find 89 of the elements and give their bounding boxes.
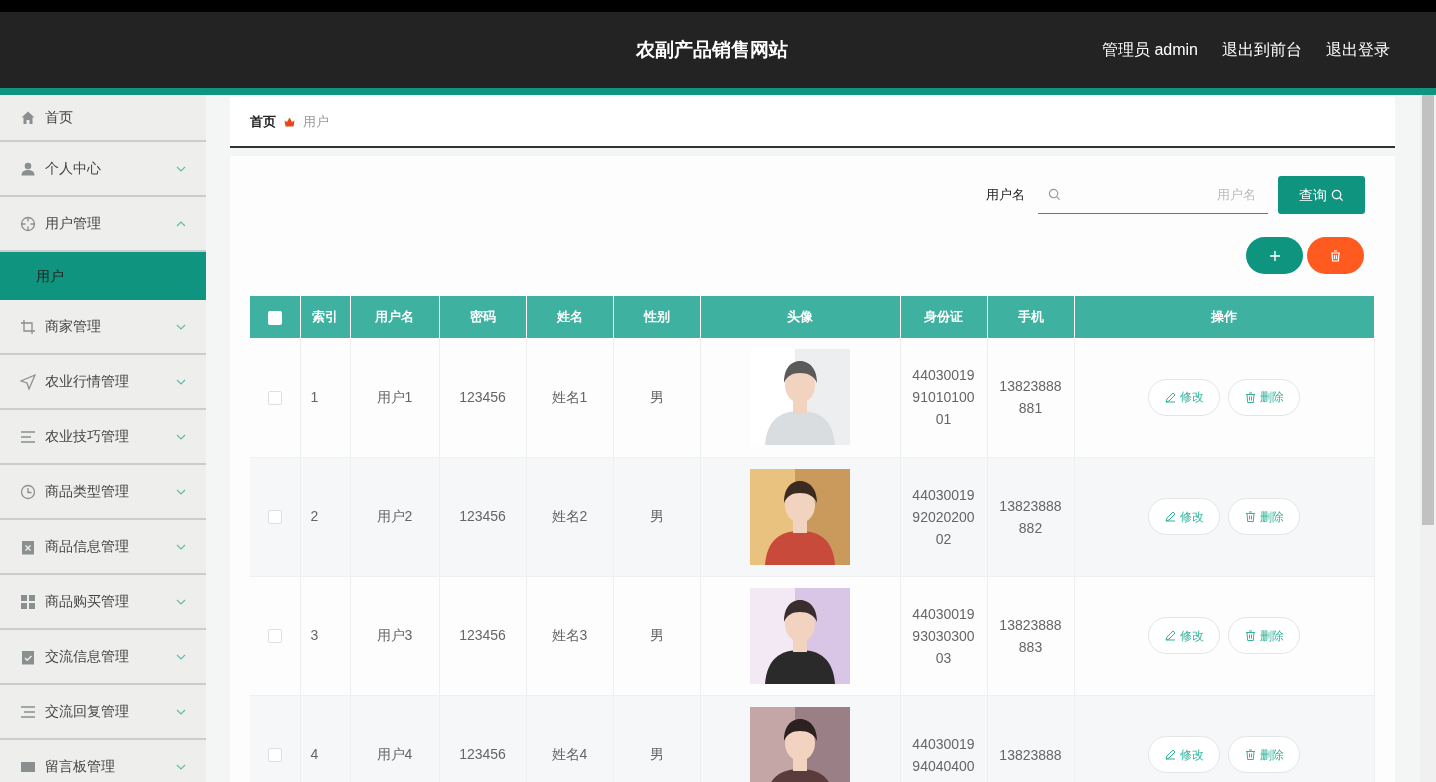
sidebar-item[interactable]: 农业行情管理 [0,355,206,410]
column-header: 密码 [469,309,496,325]
table-cell-text: 13823888883 [998,615,1063,657]
home-icon [20,109,36,126]
breadcrumb-current: 用户 [303,112,329,131]
table-cell-text: 440300199202020002 [911,485,976,549]
trash-icon [1244,391,1256,403]
checkbox[interactable] [267,510,282,525]
table-cell: 姓名2 [551,508,588,524]
column-header: 性别 [643,309,670,325]
column-header: 手机 [1017,309,1044,325]
sidebar-item[interactable]: 交流回复管理 [0,685,206,740]
table-cell-text: 13823888 [998,745,1063,765]
table-cell: 用户1 [376,388,413,405]
user-icon [20,160,36,177]
list-icon [20,703,36,720]
table-cell-text: 440300199303030003 [911,604,976,668]
add-button[interactable] [1246,237,1303,274]
trash-icon [1244,749,1256,760]
plus-icon [1268,250,1281,263]
sidebar-subitem[interactable]: 用户 [0,252,206,300]
column-header: 头像 [787,309,813,325]
table-cell: 男 [649,746,664,762]
table-cell: 男 [649,508,664,524]
table-cell: 2 [310,508,319,524]
table-cell: 4 [310,746,319,762]
column-header: 身份证 [924,309,963,325]
table-cell-text: 4403001994040400 [911,734,976,776]
sidebar-item[interactable]: 个人中心 [0,142,206,197]
column-header: 姓名 [556,309,583,325]
table-cell: 3 [310,627,319,643]
header-link[interactable]: 管理员 admin [1101,38,1198,62]
crop-icon [20,318,36,335]
table-cell: 用户2 [376,508,413,524]
clock-icon [20,483,36,500]
crosshair-icon [20,215,36,232]
column-header: 操作 [1211,309,1237,325]
pencil-icon [1164,749,1176,760]
sidebar-item[interactable]: 商品购买管理 [0,575,206,630]
table-cell: 123456 [459,508,506,524]
table-cell-text: 13823888882 [998,496,1063,538]
sidebar-item[interactable]: 商家管理 [0,300,206,355]
column-header: 用户名 [375,309,414,325]
table-cell: 123456 [459,627,506,643]
pencil-icon [1164,630,1176,641]
table-cell-text: 440300199101010001 [911,366,976,430]
pencil-icon [1164,391,1176,403]
trash-icon [1244,630,1256,641]
table-cell-text: 13823888881 [998,377,1063,419]
checkbox[interactable] [267,310,282,325]
table-cell: 姓名4 [551,746,588,762]
breadcrumb-link[interactable]: 首页 [250,111,276,132]
search-button[interactable]: 查询 [1278,176,1365,214]
table-cell: 用户3 [376,627,413,643]
table-cell: 男 [649,388,664,405]
header-link[interactable]: 退出到前台 [1222,38,1302,62]
search-icon [1048,188,1061,201]
sidebar-item[interactable]: 商品类型管理 [0,465,206,520]
column-header: 索引 [312,309,338,325]
trash-icon [1330,250,1341,263]
trash-icon [1244,511,1256,522]
send-icon [20,373,36,390]
site-title: 农副产品销售网站 [636,37,788,62]
sidebar-item[interactable]: 商品信息管理 [0,520,206,575]
sidebar-item[interactable]: 交流信息管理 [0,630,206,685]
sidebar-item[interactable]: 留言板管理 [0,740,206,782]
table-cell: 1 [310,388,319,405]
header-link[interactable]: 退出登录 [1326,38,1390,62]
clipboard-check-icon [20,648,36,665]
table-cell: 用户4 [376,746,413,762]
search-icon [1331,188,1344,202]
table-cell: 123456 [459,388,506,405]
search-field[interactable]: 用户名 [1038,176,1268,214]
table-cell: 姓名1 [551,388,588,405]
table-cell: 123456 [459,746,506,762]
pencil-icon [1164,511,1176,522]
sidebar-item[interactable]: 农业技巧管理 [0,410,206,465]
list-icon [20,428,36,445]
scrollbar[interactable] [1420,95,1436,782]
clipboard-icon [20,538,36,555]
sidebar-item[interactable]: 首页 [0,95,206,142]
table-cell: 姓名3 [551,627,588,643]
checkbox[interactable] [267,629,282,644]
checkbox[interactable] [267,391,282,406]
checkbox[interactable] [267,748,282,763]
table-cell: 男 [649,627,664,643]
field-label: 用户名 [986,186,1025,205]
delete-button[interactable] [1307,237,1364,274]
search-input[interactable]: 用户名 [1078,183,1258,206]
